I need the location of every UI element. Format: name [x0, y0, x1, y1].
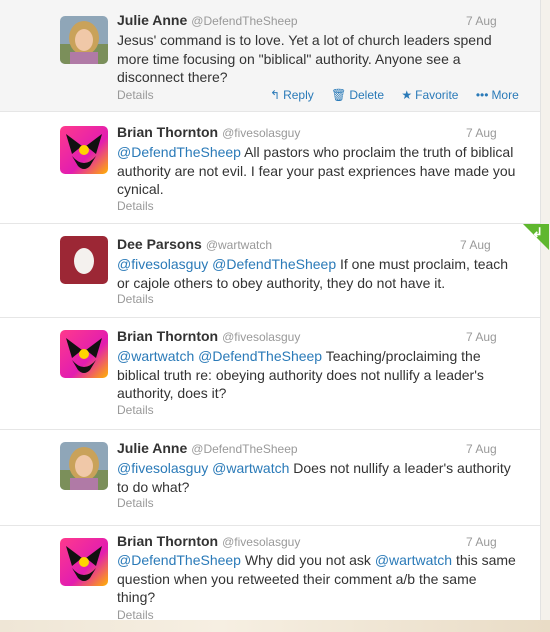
tweet-timestamp[interactable]: 7 Aug	[466, 14, 497, 28]
details-link[interactable]: Details	[117, 496, 154, 510]
page-background-bottom	[0, 620, 550, 632]
mention-link[interactable]: @fivesolasguy @DefendTheSheep	[117, 256, 336, 272]
avatar[interactable]	[60, 236, 108, 284]
tweet-text: @fivesolasguy @DefendTheSheep If one mus…	[117, 256, 509, 291]
author-handle[interactable]: @fivesolasguy	[222, 535, 300, 549]
details-link[interactable]: Details	[117, 199, 154, 213]
author-handle[interactable]: @DefendTheSheep	[191, 442, 297, 456]
tweet-text: @wartwatch @DefendTheSheep Teaching/proc…	[117, 348, 484, 401]
tweet-item[interactable]: Brian Thornton @fivesolasguy 7 Aug @Defen…	[0, 112, 540, 224]
tweet-actions: ↰ Reply 🗑 Delete ★ Favorite ••• More	[270, 88, 533, 102]
tweet-item[interactable]: Julie Anne @DefendTheSheep 7 Aug Jesus' c…	[0, 0, 540, 112]
avatar[interactable]	[60, 330, 108, 378]
author-name[interactable]: Brian Thornton @fivesolasguy	[117, 533, 300, 549]
tweet-item[interactable]: Julie Anne @DefendTheSheep 7 Aug @fivesol…	[0, 430, 540, 526]
tweet-item[interactable]: Brian Thornton @fivesolasguy 7 Aug @Defen…	[0, 526, 540, 622]
reply-button[interactable]: ↰ Reply	[270, 88, 314, 102]
author-name[interactable]: Julie Anne @DefendTheSheep	[117, 440, 298, 456]
reply-icon: ↰	[270, 88, 281, 102]
avatar[interactable]	[60, 126, 108, 174]
tweet-text: @DefendTheSheep Why did you not ask @war…	[117, 552, 516, 605]
tweet-item[interactable]: Brian Thornton @fivesolasguy 7 Aug @wartw…	[0, 318, 540, 430]
favorite-button[interactable]: ★ Favorite	[401, 88, 458, 102]
author-name[interactable]: Brian Thornton @fivesolasguy	[117, 124, 300, 140]
tweet-text: Jesus' command is to love. Yet a lot of …	[117, 32, 492, 85]
author-handle[interactable]: @DefendTheSheep	[191, 14, 297, 28]
page-background	[541, 0, 550, 620]
tweet-timestamp[interactable]: 7 Aug	[466, 330, 497, 344]
more-button[interactable]: ••• More	[476, 88, 519, 102]
avatar[interactable]	[60, 538, 108, 586]
author-name[interactable]: Brian Thornton @fivesolasguy	[117, 328, 300, 344]
mention-link[interactable]: @fivesolasguy @wartwatch	[117, 460, 289, 476]
avatar[interactable]	[60, 442, 108, 490]
mention-link[interactable]: @wartwatch @DefendTheSheep	[117, 348, 322, 364]
tweet-text: @DefendTheSheep All pastors who proclaim…	[117, 144, 516, 197]
mention-link[interactable]: @DefendTheSheep	[117, 144, 241, 160]
trash-icon: 🗑	[331, 88, 347, 102]
tweet-item[interactable]: Dee Parsons @wartwatch 7 Aug @fivesolasgu…	[0, 224, 540, 318]
tweet-timestamp[interactable]: 7 Aug	[460, 238, 491, 252]
details-link[interactable]: Details	[117, 403, 154, 417]
mention-link[interactable]: @wartwatch	[375, 552, 452, 568]
details-link[interactable]: Details	[117, 88, 154, 102]
tweet-timestamp[interactable]: 7 Aug	[466, 535, 497, 549]
avatar[interactable]	[60, 16, 108, 64]
author-handle[interactable]: @wartwatch	[206, 238, 272, 252]
tweet-text: @fivesolasguy @wartwatch Does not nullif…	[117, 460, 511, 495]
author-name[interactable]: Dee Parsons @wartwatch	[117, 236, 272, 252]
author-handle[interactable]: @fivesolasguy	[222, 330, 300, 344]
author-name[interactable]: Julie Anne @DefendTheSheep	[117, 12, 298, 28]
tweet-timestamp[interactable]: 7 Aug	[466, 442, 497, 456]
corner-arrow-icon: ↲	[532, 225, 543, 240]
timeline: Julie Anne @DefendTheSheep 7 Aug Jesus' c…	[0, 0, 541, 622]
mention-link[interactable]: @DefendTheSheep	[117, 552, 241, 568]
more-icon: •••	[475, 88, 489, 102]
details-link[interactable]: Details	[117, 292, 154, 306]
author-handle[interactable]: @fivesolasguy	[222, 126, 300, 140]
tweet-timestamp[interactable]: 7 Aug	[466, 126, 497, 140]
delete-button[interactable]: 🗑 Delete	[331, 88, 384, 102]
star-icon: ★	[401, 88, 413, 102]
